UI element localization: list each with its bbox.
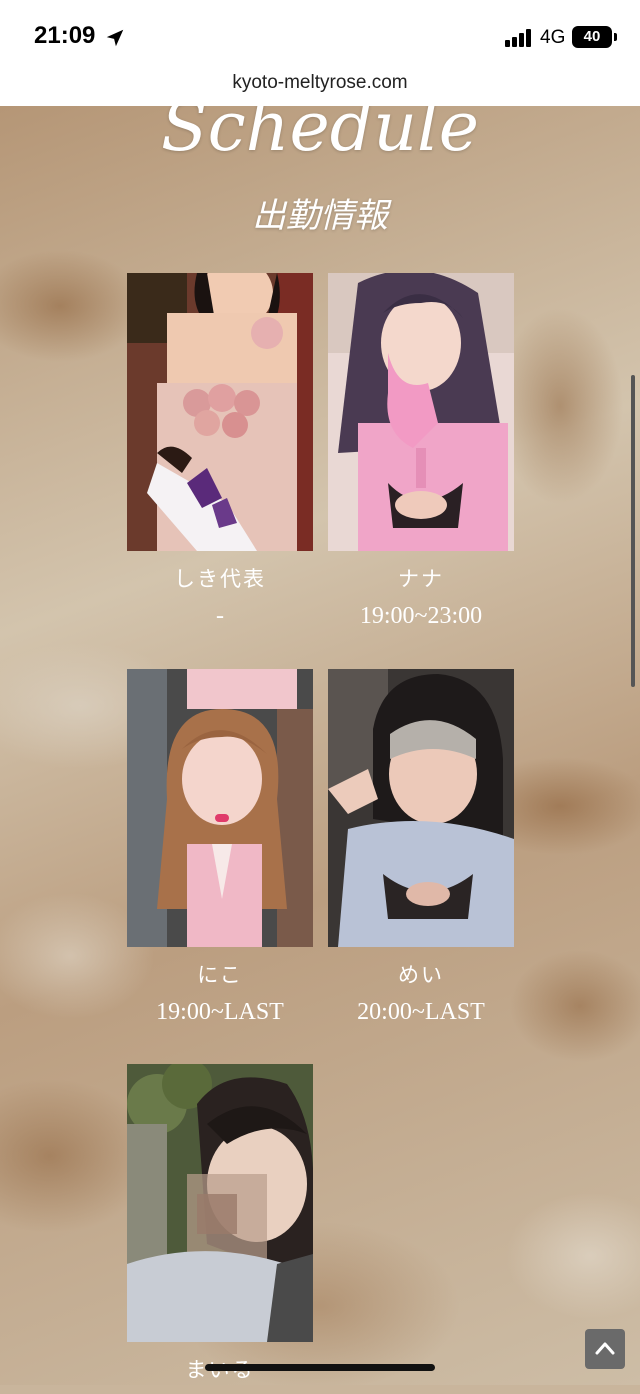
- back-to-top-button[interactable]: [585, 1329, 625, 1369]
- cast-time: 19:00~LAST: [156, 999, 284, 1025]
- cast-photo[interactable]: [127, 1064, 313, 1342]
- chevron-up-icon: [595, 1342, 615, 1355]
- cast-photo[interactable]: [127, 273, 313, 551]
- cast-name[interactable]: にこ: [127, 959, 313, 989]
- cast-card[interactable]: ナナ 19:00~23:00: [328, 273, 514, 630]
- home-indicator[interactable]: [205, 1364, 435, 1371]
- cast-time: 19:00~23:00: [359, 603, 483, 629]
- status-time: 21:09: [34, 22, 96, 49]
- cast-name[interactable]: めい: [328, 959, 514, 989]
- page-background: [0, 106, 640, 1385]
- status-bar: 21:09 4G 40: [0, 0, 640, 72]
- url-text: kyoto-meltyrose.com: [232, 72, 408, 93]
- cast-card[interactable]: しき代表 -: [127, 273, 313, 630]
- cast-photo[interactable]: [328, 669, 514, 947]
- cast-name[interactable]: ナナ: [328, 563, 514, 593]
- cast-card[interactable]: めい 20:00~LAST: [328, 669, 514, 1026]
- cast-photo[interactable]: [328, 273, 514, 551]
- cast-card[interactable]: にこ 19:00~LAST: [127, 669, 313, 1026]
- network-type: 4G: [540, 27, 566, 48]
- cast-time: 20:00~LAST: [357, 999, 485, 1025]
- location-arrow-icon: [106, 29, 124, 47]
- cast-name[interactable]: しき代表: [127, 563, 313, 593]
- battery-icon: 40: [572, 26, 617, 48]
- cast-photo[interactable]: [127, 669, 313, 947]
- page-subtitle: 出勤情報: [252, 196, 388, 236]
- cast-time: -: [216, 603, 224, 629]
- cast-card[interactable]: まいる: [127, 1064, 313, 1394]
- scrollbar[interactable]: [631, 375, 635, 687]
- url-bar[interactable]: kyoto-meltyrose.com: [0, 72, 640, 106]
